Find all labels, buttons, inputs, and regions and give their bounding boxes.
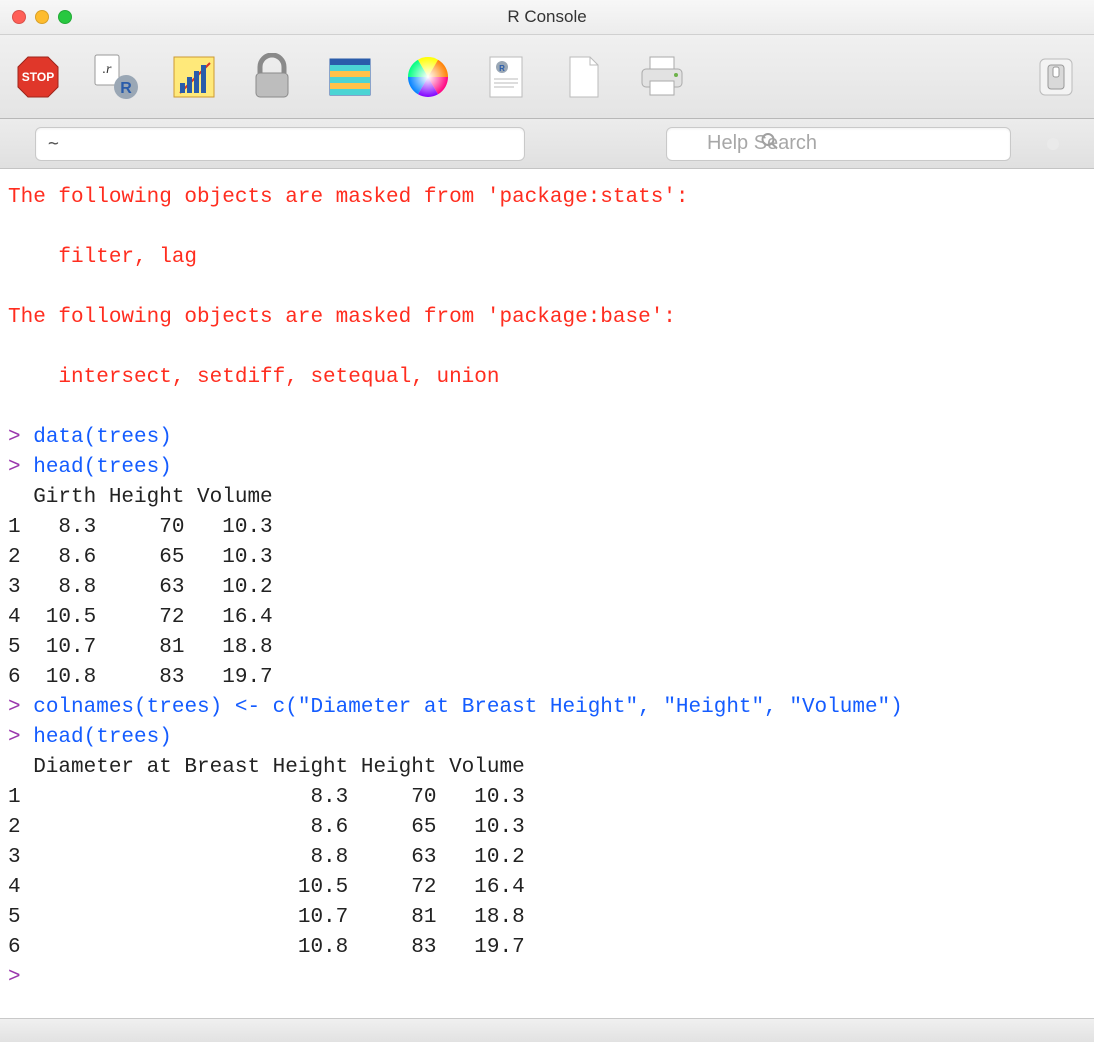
command-line: colnames(trees) <- c("Diameter at Breast… [33, 696, 903, 719]
data-manager-button[interactable] [324, 51, 376, 103]
minimize-window-button[interactable] [35, 10, 49, 24]
help-search-input[interactable] [666, 127, 1011, 161]
help-search-wrap [666, 127, 1011, 161]
table-row: 6 10.8 83 19.7 [8, 936, 525, 959]
svg-text:R: R [120, 80, 132, 97]
status-bar [0, 1018, 1094, 1042]
traffic-lights [0, 10, 72, 24]
mask-items-stats: filter, lag [8, 246, 197, 269]
command-line: head(trees) [33, 456, 172, 479]
path-search-bar [0, 119, 1094, 169]
table-row: 2 8.6 65 10.3 [8, 546, 273, 569]
table-row: 4 10.5 72 16.4 [8, 876, 525, 899]
titlebar: R Console [0, 0, 1094, 35]
table-row: 1 8.3 70 10.3 [8, 786, 525, 809]
status-dot [1047, 138, 1059, 150]
mask-msg-stats: The following objects are masked from 'p… [8, 186, 689, 209]
lock-button[interactable] [246, 51, 298, 103]
prompt-empty: > [8, 966, 21, 989]
source-file-button[interactable]: .r R [90, 51, 142, 103]
close-window-button[interactable] [12, 10, 26, 24]
print-button[interactable] [636, 51, 688, 103]
command-line: data(trees) [33, 426, 172, 449]
maximize-window-button[interactable] [58, 10, 72, 24]
working-directory-input[interactable] [35, 127, 525, 161]
window-title: R Console [0, 7, 1094, 27]
table-row: 1 8.3 70 10.3 [8, 516, 273, 539]
table-row: 5 10.7 81 18.8 [8, 636, 273, 659]
mask-msg-base: The following objects are masked from 'p… [8, 306, 676, 329]
table-header: Girth Height Volume [8, 486, 273, 509]
prompt: > [8, 726, 33, 749]
colors-button[interactable] [402, 51, 454, 103]
table-row: 4 10.5 72 16.4 [8, 606, 273, 629]
table-row: 3 8.8 63 10.2 [8, 846, 525, 869]
mask-items-base: intersect, setdiff, setequal, union [8, 366, 499, 389]
stop-button[interactable]: STOP [12, 51, 64, 103]
command-line: head(trees) [33, 726, 172, 749]
table-row: 5 10.7 81 18.8 [8, 906, 525, 929]
preferences-button[interactable] [1030, 51, 1082, 103]
new-document-button[interactable] [558, 51, 610, 103]
quartz-plot-button[interactable] [168, 51, 220, 103]
toolbar: STOP .r R [0, 35, 1094, 119]
console-output[interactable]: The following objects are masked from 'p… [0, 169, 1094, 1018]
table-row: 6 10.8 83 19.7 [8, 666, 273, 689]
table-row: 2 8.6 65 10.3 [8, 816, 525, 839]
svg-text:.r: .r [103, 62, 113, 77]
table-row: 3 8.8 63 10.2 [8, 576, 273, 599]
prompt: > [8, 456, 33, 479]
open-script-button[interactable]: R [480, 51, 532, 103]
prompt: > [8, 696, 33, 719]
table-header: Diameter at Breast Height Height Volume [8, 756, 525, 779]
svg-text:STOP: STOP [22, 70, 54, 84]
svg-text:R: R [499, 64, 505, 73]
prompt: > [8, 426, 33, 449]
